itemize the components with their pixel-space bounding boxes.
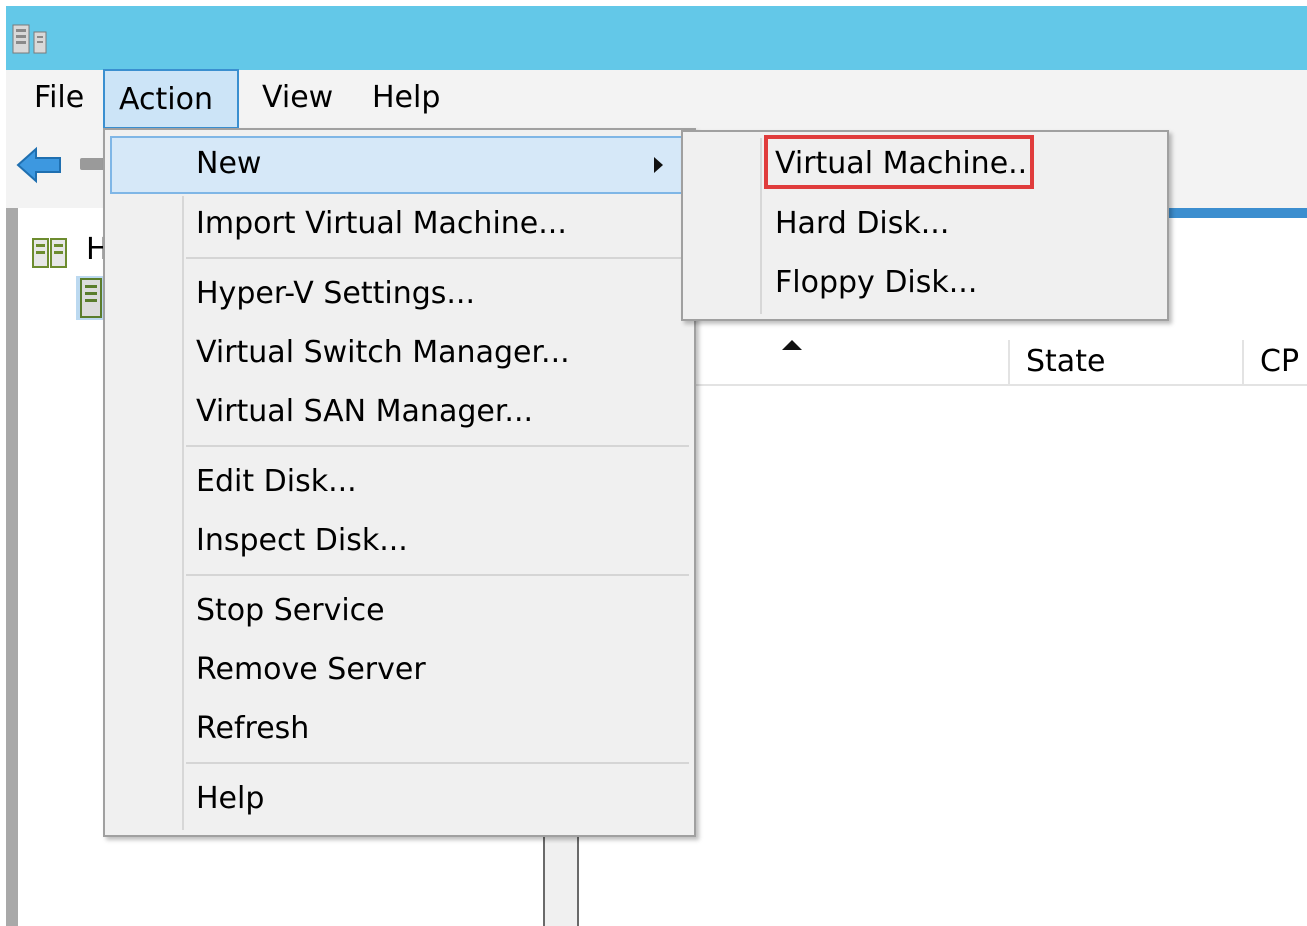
menu-gutter-line (182, 196, 184, 830)
menu-item-virtual-san-manager[interactable]: Virtual SAN Manager... (196, 394, 533, 429)
hyper-v-server-icon (12, 24, 47, 54)
menu-item-new[interactable]: New (196, 146, 261, 181)
hyper-v-manager-icon (32, 238, 67, 268)
pane-header-strip (1166, 208, 1307, 218)
column-header-cpu[interactable]: CP (1260, 344, 1307, 379)
menu-separator (186, 762, 689, 764)
column-divider[interactable] (1008, 340, 1010, 386)
window-border (6, 208, 18, 926)
submenu-arrow-icon (654, 157, 663, 173)
sort-ascending-icon (782, 340, 802, 350)
menu-help[interactable]: Help (358, 70, 454, 126)
menu-item-remove-server[interactable]: Remove Server (196, 652, 426, 687)
menu-item-virtual-switch-manager[interactable]: Virtual Switch Manager... (196, 335, 570, 370)
menu-separator (186, 445, 689, 447)
submenu-item-hard-disk[interactable]: Hard Disk... (775, 206, 949, 241)
submenu-item-floppy-disk[interactable]: Floppy Disk... (775, 265, 977, 300)
menu-item-help[interactable]: Help (196, 781, 264, 816)
menu-view[interactable]: View (248, 70, 347, 126)
menu-item-import-virtual-machine[interactable]: Import Virtual Machine... (196, 206, 567, 241)
menu-item-hyper-v-settings[interactable]: Hyper-V Settings... (196, 276, 475, 311)
server-icon[interactable] (76, 276, 106, 320)
back-arrow-icon[interactable] (16, 145, 64, 185)
menu-separator (186, 574, 689, 576)
column-header-state[interactable]: State (1026, 344, 1105, 379)
title-bar (6, 6, 1307, 70)
menu-bar: File Action View Help (6, 69, 1307, 130)
submenu-gutter-line (760, 138, 762, 314)
menu-file[interactable]: File (20, 70, 98, 126)
column-divider[interactable] (1242, 340, 1244, 386)
menu-action[interactable]: Action (103, 69, 239, 129)
menu-item-stop-service[interactable]: Stop Service (196, 593, 385, 628)
menu-item-inspect-disk[interactable]: Inspect Disk... (196, 523, 408, 558)
menu-separator (186, 257, 689, 259)
callout-highlight-box (764, 135, 1034, 189)
menu-item-refresh[interactable]: Refresh (196, 711, 309, 746)
menu-item-edit-disk[interactable]: Edit Disk... (196, 464, 357, 499)
